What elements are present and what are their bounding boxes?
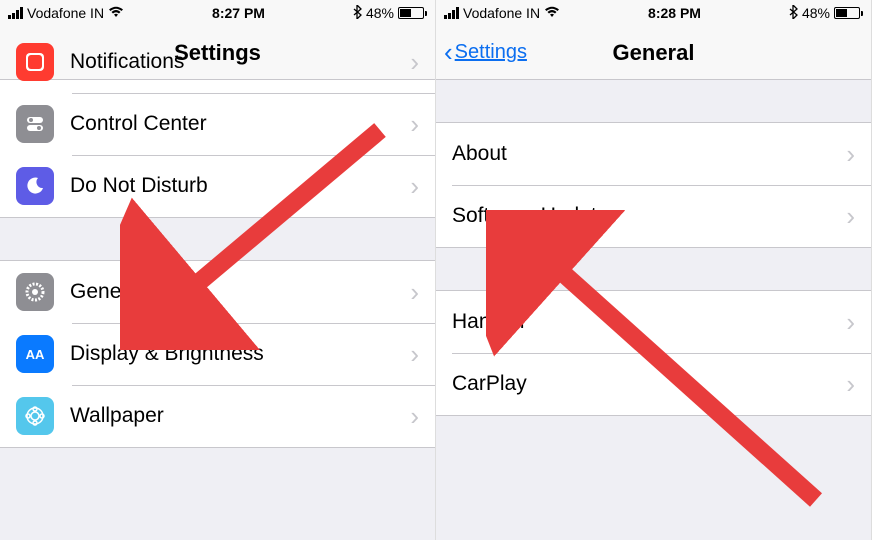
notifications-icon: [16, 43, 54, 81]
row-label: Display & Brightness: [70, 342, 410, 366]
screen-settings: Vodafone IN 8:27 PM 48% Settings Notific…: [0, 0, 436, 540]
row-notifications[interactable]: Notifications ›: [0, 31, 435, 93]
nav-bar: ‹ Settings General: [436, 26, 871, 80]
battery-icon: [398, 7, 427, 19]
row-software-update[interactable]: Software Update ›: [436, 185, 871, 247]
settings-group-1: Notifications › Control Center › Do Not …: [0, 30, 435, 218]
chevron-right-icon: ›: [846, 369, 855, 400]
carrier-label: Vodafone IN: [463, 5, 540, 21]
status-bar: Vodafone IN 8:28 PM 48%: [436, 0, 871, 26]
bluetooth-icon: [353, 5, 362, 22]
wifi-icon: [544, 5, 560, 21]
chevron-right-icon: ›: [410, 109, 419, 140]
general-group-2: Handoff › CarPlay ›: [436, 290, 871, 416]
svg-text:AA: AA: [26, 347, 45, 362]
wifi-icon: [108, 5, 124, 21]
row-about[interactable]: About ›: [436, 123, 871, 185]
row-label: About: [452, 142, 846, 166]
row-handoff[interactable]: Handoff ›: [436, 291, 871, 353]
row-label: Software Update: [452, 204, 846, 228]
chevron-right-icon: ›: [846, 201, 855, 232]
signal-icon: [8, 7, 23, 19]
chevron-right-icon: ›: [410, 171, 419, 202]
battery-pct: 48%: [366, 5, 394, 21]
row-carplay[interactable]: CarPlay ›: [436, 353, 871, 415]
chevron-right-icon: ›: [410, 401, 419, 432]
gear-icon: [16, 273, 54, 311]
back-label: Settings: [455, 41, 527, 64]
row-label: General: [70, 280, 410, 304]
row-label: Handoff: [452, 310, 846, 334]
row-label: CarPlay: [452, 372, 846, 396]
chevron-left-icon: ‹: [444, 37, 453, 68]
row-label: Control Center: [70, 112, 410, 136]
row-wallpaper[interactable]: Wallpaper ›: [0, 385, 435, 447]
battery-icon: [834, 7, 863, 19]
signal-icon: [444, 7, 459, 19]
row-general[interactable]: General ›: [0, 261, 435, 323]
general-group-1: About › Software Update ›: [436, 122, 871, 248]
row-label: Notifications: [70, 50, 410, 74]
back-button[interactable]: ‹ Settings: [444, 37, 527, 68]
status-time: 8:28 PM: [648, 5, 701, 21]
control-center-icon: [16, 105, 54, 143]
settings-group-2: General › AA Display & Brightness › Wall…: [0, 260, 435, 448]
bluetooth-icon: [789, 5, 798, 22]
dnd-icon: [16, 167, 54, 205]
chevron-right-icon: ›: [846, 139, 855, 170]
wallpaper-icon: [16, 397, 54, 435]
battery-pct: 48%: [802, 5, 830, 21]
display-icon: AA: [16, 335, 54, 373]
chevron-right-icon: ›: [410, 339, 419, 370]
chevron-right-icon: ›: [410, 47, 419, 78]
row-label: Wallpaper: [70, 404, 410, 428]
page-title: General: [613, 40, 695, 66]
row-label: Do Not Disturb: [70, 174, 410, 198]
status-time: 8:27 PM: [212, 5, 265, 21]
row-do-not-disturb[interactable]: Do Not Disturb ›: [0, 155, 435, 217]
row-display-brightness[interactable]: AA Display & Brightness ›: [0, 323, 435, 385]
chevron-right-icon: ›: [846, 307, 855, 338]
carrier-label: Vodafone IN: [27, 5, 104, 21]
status-bar: Vodafone IN 8:27 PM 48%: [0, 0, 435, 26]
screen-general: Vodafone IN 8:28 PM 48% ‹ Settings Gener…: [436, 0, 872, 540]
chevron-right-icon: ›: [410, 277, 419, 308]
row-control-center[interactable]: Control Center ›: [0, 93, 435, 155]
